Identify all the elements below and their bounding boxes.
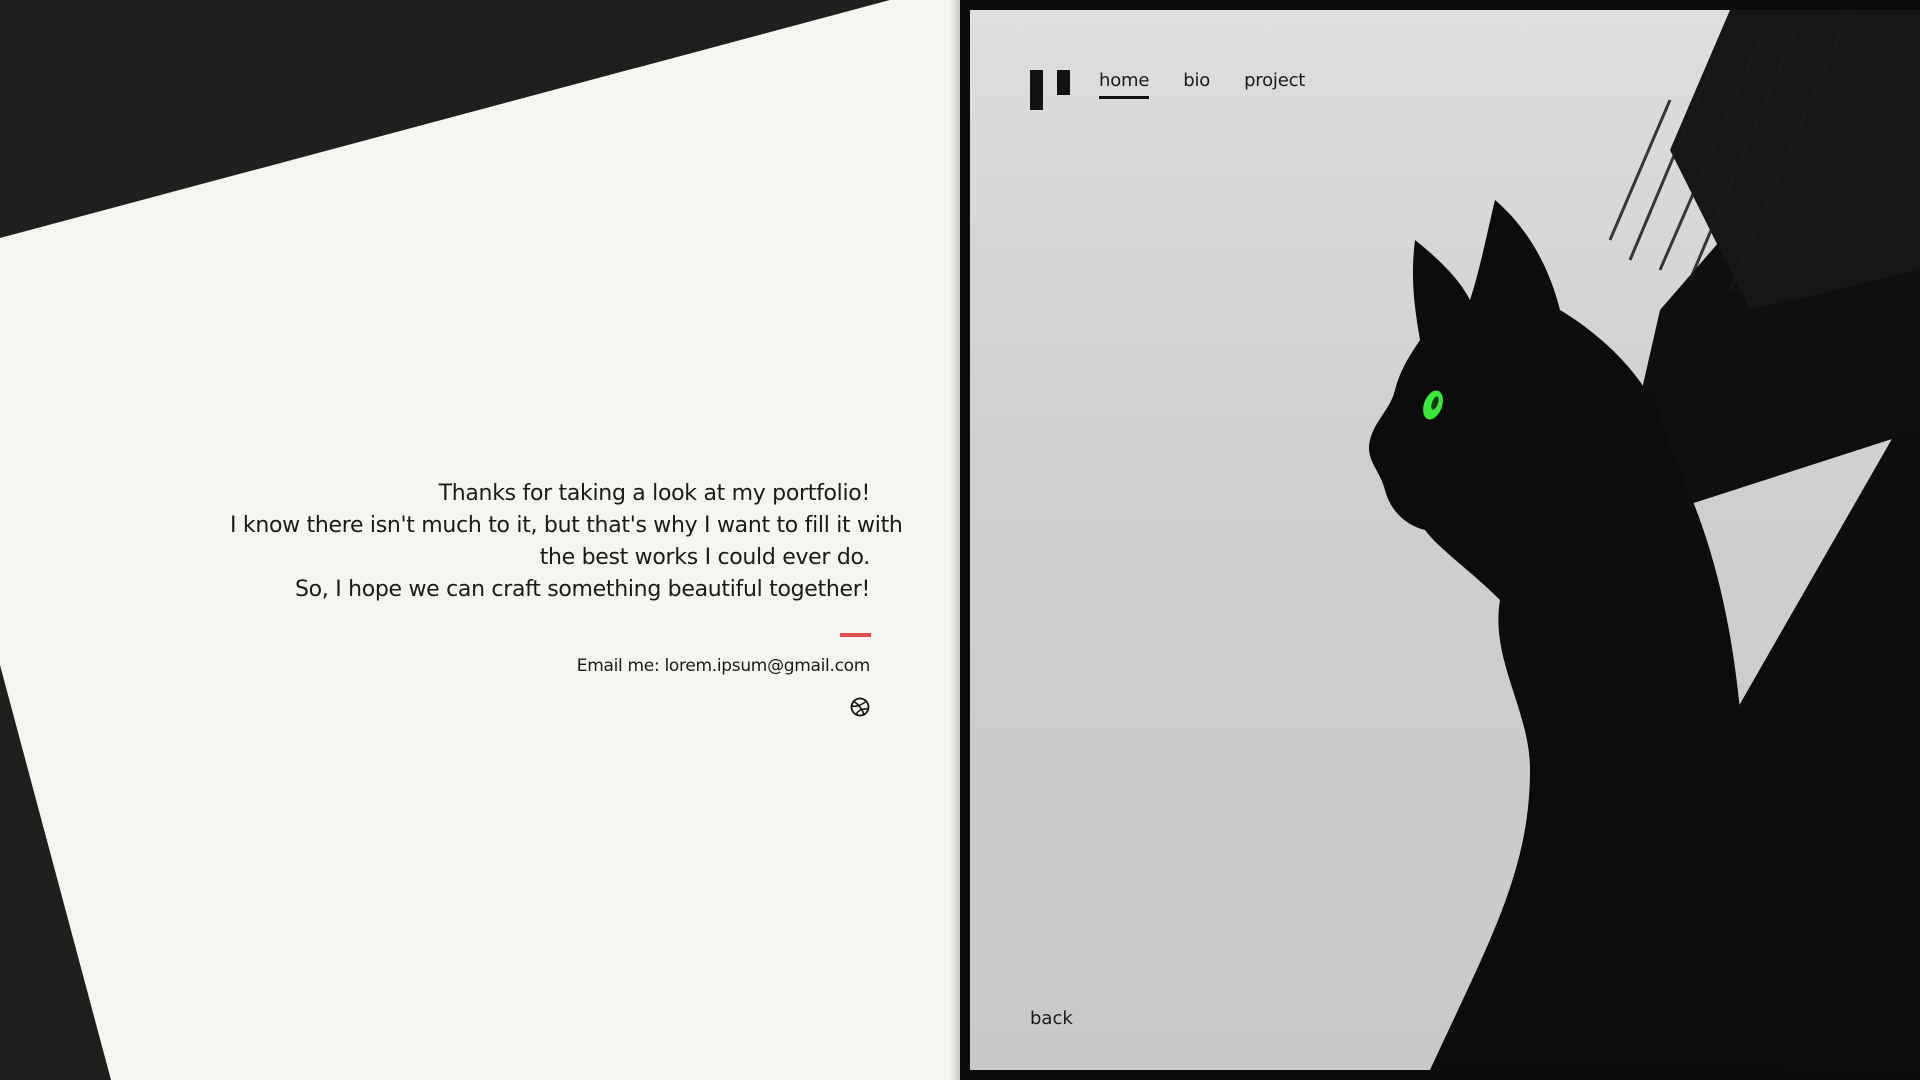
dribbble-icon[interactable] — [850, 697, 870, 717]
intro-line: So, I hope we can craft something beauti… — [294, 577, 870, 602]
image-panel: home bio project back — [960, 0, 1920, 1080]
main-nav: home bio project — [1099, 70, 1305, 99]
intro-line: the best works I could ever do. — [539, 545, 871, 570]
logo-bar — [1030, 70, 1043, 110]
nav-item-bio[interactable]: bio — [1183, 70, 1210, 97]
intro-line: Thanks for taking a look at my portfolio… — [438, 481, 871, 506]
accent-divider — [840, 633, 871, 637]
cat-silhouette-image — [1368, 10, 1920, 1070]
logo-bar — [1057, 70, 1070, 95]
email-link[interactable]: Email me: lorem.ipsum@gmail.com — [577, 656, 871, 676]
nav-item-project[interactable]: project — [1244, 70, 1305, 97]
back-link[interactable]: back — [1030, 1008, 1073, 1029]
page: Thanks for taking a look at my portfolio… — [0, 0, 1920, 1080]
intro-message: Thanks for taking a look at my portfolio… — [230, 478, 903, 606]
site-logo[interactable] — [1030, 70, 1072, 110]
intro-line: I know there isn't much to it, but that'… — [230, 513, 903, 538]
nav-item-home[interactable]: home — [1099, 70, 1150, 99]
cat-photo: home bio project back — [970, 10, 1920, 1070]
